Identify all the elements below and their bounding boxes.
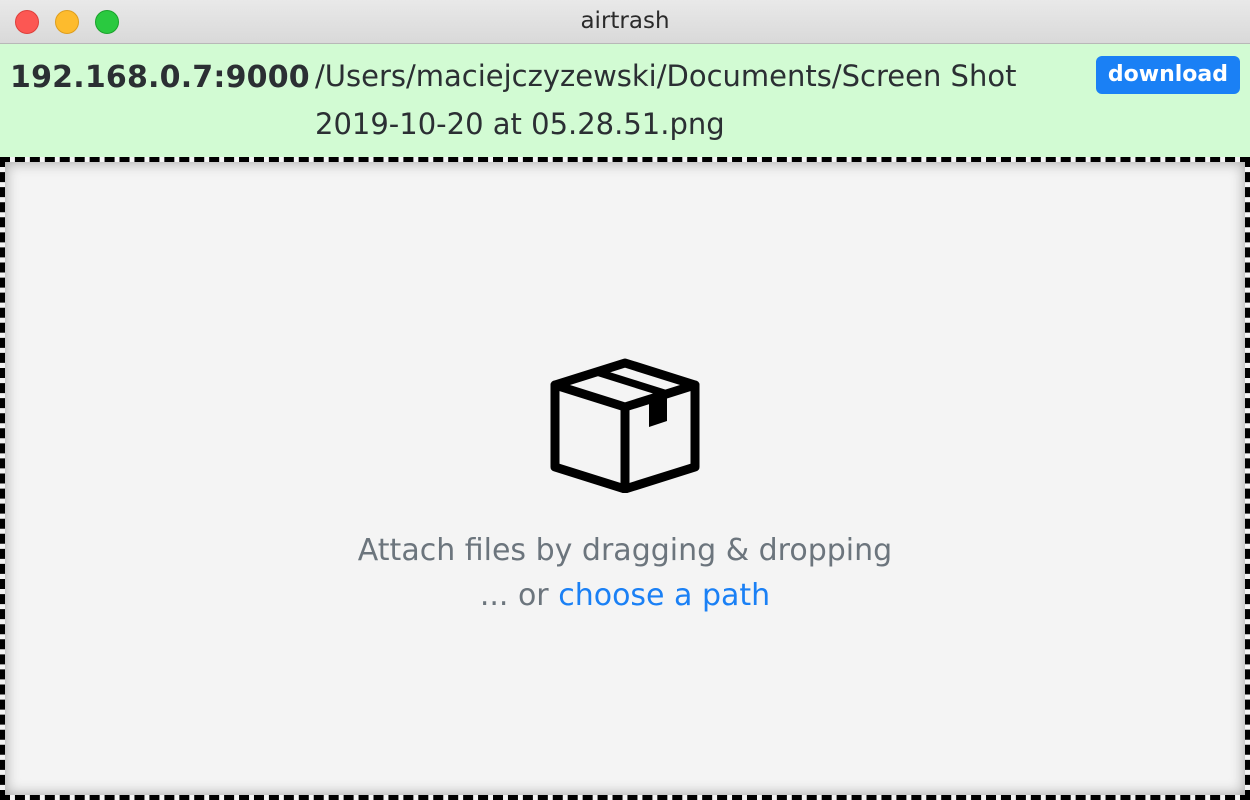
title-bar[interactable]: airtrash — [0, 0, 1250, 44]
server-address: 192.168.0.7:9000 — [10, 60, 310, 95]
app-window: airtrash 192.168.0.7:9000 /Users/maciejc… — [0, 0, 1250, 800]
file-drop-zone[interactable]: Attach files by dragging & dropping ... … — [0, 157, 1250, 800]
connection-header: 192.168.0.7:9000 /Users/maciejczyzewski/… — [0, 44, 1250, 157]
window-title: airtrash — [580, 8, 670, 34]
attach-instructions: Attach files by dragging & dropping — [357, 533, 893, 568]
choose-path-line: ... or choose a path — [5, 578, 1245, 613]
file-path: /Users/maciejczyzewski/Documents/Screen … — [315, 59, 1017, 141]
choose-path-link[interactable]: choose a path — [558, 578, 770, 613]
drop-zone-content: Attach files by dragging & dropping ... … — [5, 357, 1245, 613]
or-prefix: ... or — [479, 578, 549, 613]
download-button[interactable]: download — [1095, 56, 1240, 94]
box-icon — [550, 358, 700, 493]
